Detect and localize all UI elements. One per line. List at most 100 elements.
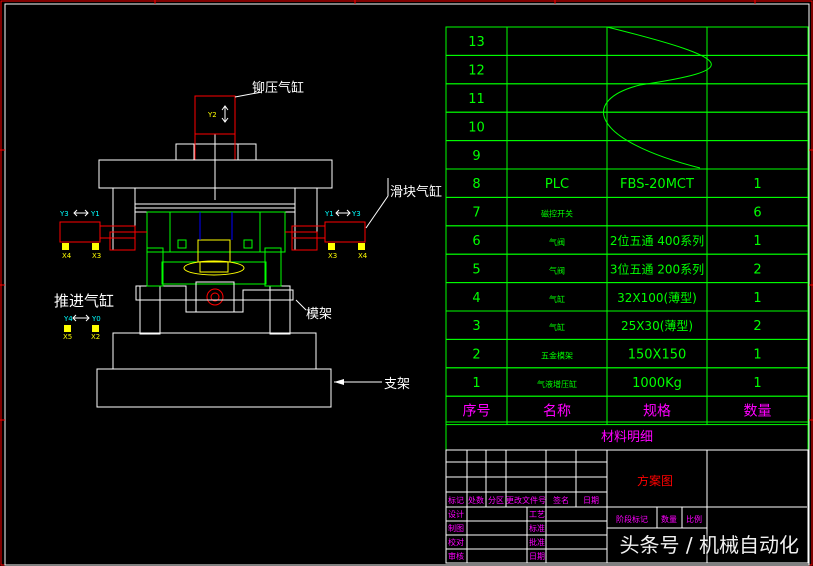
svg-text:审核: 审核 — [448, 551, 464, 561]
bom-row: 4 气缸 32X100(薄型) 1 — [445, 282, 809, 312]
bom-cell-name: 气缸 — [549, 322, 565, 332]
press-cylinder: Y2 — [175, 95, 257, 200]
x3-right-label: X3 — [328, 252, 337, 260]
svg-text:制图: 制图 — [448, 523, 464, 533]
drawing-name: 方案图 — [637, 473, 673, 488]
bom-cell-qty: 1 — [753, 376, 761, 391]
push-cylinder-label: 推进气缸 — [54, 292, 114, 310]
bom-cell-no: 5 — [472, 262, 480, 277]
bom-cell-no: 9 — [472, 149, 480, 164]
bom-row: 1 气液增压缸 1000Kg 1 — [445, 367, 809, 397]
svg-text:更改文件号: 更改文件号 — [506, 495, 546, 505]
upper-body-right — [294, 187, 318, 251]
bom-cell-spec: 2位五通 400系列 — [610, 233, 704, 248]
sensor-x4-left — [62, 243, 69, 250]
upper-body — [112, 187, 136, 251]
bom-cell-no: 13 — [468, 35, 485, 50]
svg-text:签名: 签名 — [553, 495, 569, 505]
bom-cell-spec: 32X100(薄型) — [617, 290, 697, 305]
x4-right-label: X4 — [358, 252, 368, 260]
slider-cylinder-label: 滑块气缸 — [390, 184, 442, 200]
bom-cell-name: 气缸 — [549, 294, 565, 304]
sensor-x2 — [92, 325, 99, 332]
y3-right-label: Y3 — [351, 210, 361, 218]
guide-posts — [199, 212, 233, 240]
bom-row: 3 气缸 25X30(薄型) 2 — [445, 310, 809, 340]
y3-left-label: Y3 — [59, 210, 69, 218]
bom-cell-qty: 1 — [753, 348, 761, 363]
slider-mechanism — [146, 211, 286, 285]
support-frame-label: 支架 — [384, 377, 410, 392]
bom-cell-name: 磁控开关 — [541, 209, 573, 219]
bom-cell-qty: 1 — [753, 291, 761, 306]
bom-cell-name: 五金模架 — [541, 351, 573, 361]
support-base — [96, 368, 332, 408]
bom-cell-spec: FBS-20MCT — [620, 177, 694, 192]
y0-label: Y0 — [91, 315, 101, 323]
bom-row: 12 — [445, 54, 809, 85]
x3-left-label: X3 — [92, 252, 101, 260]
drawing-border — [4, 3, 810, 566]
bom-row: 2 五金模架 150X150 1 — [445, 338, 809, 369]
svg-text:标准: 标准 — [529, 523, 545, 533]
push-cylinder-io: Y4 Y0 X5 X2 — [63, 314, 101, 341]
bom-cell-spec: 规格 — [643, 403, 671, 419]
svg-text:分区: 分区 — [488, 496, 504, 505]
svg-text:校对: 校对 — [448, 537, 464, 547]
bom-row: 9 — [445, 140, 809, 170]
bom-cell-no: 11 — [468, 92, 485, 107]
bom-header-row: 序号 名称 规格 数量 — [445, 395, 809, 426]
die-base — [112, 332, 317, 370]
bom-cell-qty: 1 — [753, 234, 761, 249]
svg-text:日期: 日期 — [583, 496, 599, 505]
bom-cell-no: 12 — [468, 64, 485, 79]
bom-cell-qty: 2 — [753, 319, 761, 334]
svg-text:工艺: 工艺 — [529, 510, 545, 519]
svg-text:处数: 处数 — [468, 495, 484, 505]
svg-text:标记: 标记 — [448, 495, 464, 505]
x2-label: X2 — [91, 333, 100, 341]
press-cylinder-label: 铆压气缸 — [252, 80, 304, 96]
bom-cell-no: 4 — [472, 291, 480, 306]
bom-row: 10 — [445, 111, 809, 142]
y1-right-label: Y1 — [324, 210, 334, 218]
bom-cell-no: 2 — [472, 348, 480, 363]
bom-cell-spec: 3位五通 200系列 — [610, 261, 704, 276]
sensor-x3-left — [92, 243, 99, 250]
bom-row: 11 — [445, 83, 809, 113]
x5-label: X5 — [63, 333, 72, 341]
sensor-x5 — [64, 325, 71, 332]
svg-text:比例: 比例 — [686, 514, 702, 524]
cad-drawing: Y2 铆压气缸 Y3 Y1 X4 X3 Y1 Y3 X3 X4 滑块气缸 模架 … — [0, 0, 813, 566]
frame-ticks — [0, 0, 813, 421]
slider-leader — [365, 195, 389, 229]
slider-cylinder-left: Y3 Y1 X4 X3 — [59, 209, 147, 260]
slider-cylinder-right: Y1 Y3 X3 X4 — [285, 209, 368, 260]
watermark: 头条号 / 机械自动化 — [619, 533, 799, 557]
bom-cell-no: 7 — [472, 206, 480, 221]
y4-label: Y4 — [63, 315, 73, 323]
bom-cell-qty: 数量 — [744, 403, 772, 419]
bom-cell-name: 气阀 — [549, 265, 565, 275]
x4-left-label: X4 — [62, 252, 72, 260]
bom-cell-qty: 6 — [753, 206, 761, 221]
bom-table: 1312111098 PLC FBS-20MCT 17 磁控开关 66 气阀 2位五通 400… — [445, 26, 809, 451]
bom-cell-no: 8 — [472, 177, 480, 192]
bom-cell-no: 1 — [472, 376, 480, 391]
bom-title: 材料明细 — [601, 430, 653, 445]
bom-cell-no: 序号 — [463, 403, 491, 419]
die-frame-label: 模架 — [306, 307, 332, 322]
bom-row: 8 PLC FBS-20MCT 1 — [445, 168, 809, 198]
bom-cell-spec: 150X150 — [628, 348, 687, 363]
svg-text:日期: 日期 — [529, 552, 545, 561]
sensor-x3-right — [328, 243, 335, 250]
bom-cell-no: 3 — [472, 319, 480, 334]
svg-text:数量: 数量 — [661, 514, 677, 524]
bom-row: 7 磁控开关 6 — [445, 196, 809, 227]
y2-label: Y2 — [207, 111, 217, 119]
bom-row: 6 气阀 2位五通 400系列 1 — [445, 225, 809, 255]
sine-curve — [603, 26, 712, 169]
svg-text:批准: 批准 — [529, 537, 545, 547]
bom-cell-name: 气液增压缸 — [537, 379, 577, 389]
bom-row: 13 — [445, 26, 809, 56]
